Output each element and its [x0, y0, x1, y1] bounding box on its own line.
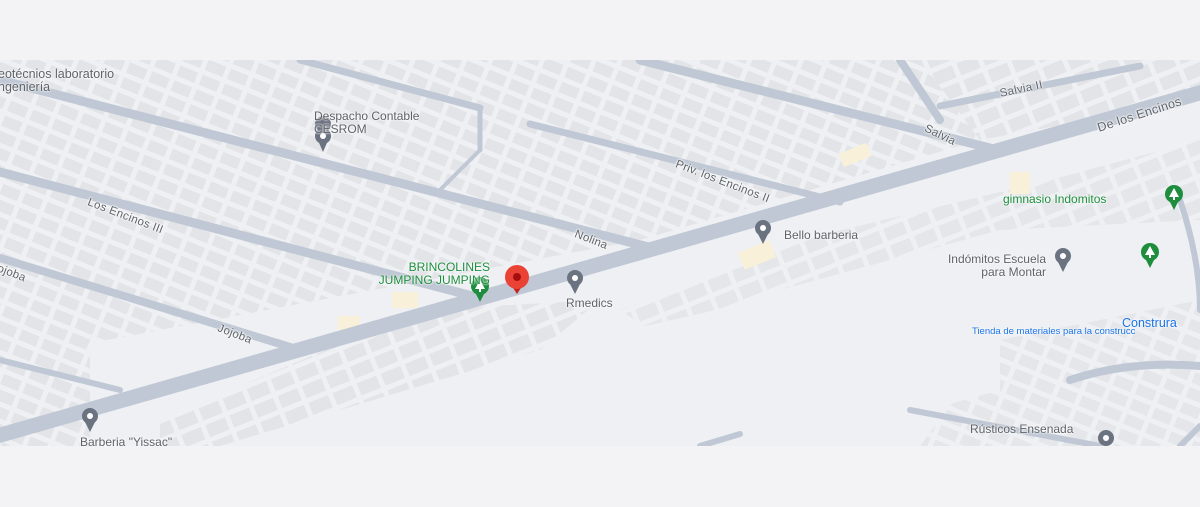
- poi-label-line: JUMPING JUMPING: [378, 272, 490, 287]
- poi-label-line: ngeniería: [0, 80, 51, 95]
- poi-label-line: Despacho Contable: [314, 109, 420, 123]
- poi-label-line: CESROM: [314, 121, 367, 136]
- park-icon[interactable]: [1141, 243, 1159, 268]
- sand-lot: [392, 292, 418, 308]
- poi-label-brincolines[interactable]: BRINCOLINES JUMPING JUMPING: [336, 261, 490, 286]
- map-view[interactable]: Los Encinos III Nolina Jojoba Jojoba Pri…: [0, 60, 1200, 446]
- location-pin-icon[interactable]: [1098, 430, 1114, 446]
- location-pin-icon[interactable]: [755, 220, 771, 244]
- poi-label-barberia-yissac[interactable]: Barberia "Yissac": [80, 436, 172, 446]
- poi-label-indomitos-escuela[interactable]: Indómitos Escuela para Montar: [904, 253, 1046, 278]
- poi-label-line: Indómitos Escuela: [947, 252, 1046, 266]
- poi-label-line: para Montar: [981, 264, 1046, 279]
- location-pin-icon[interactable]: [567, 270, 583, 294]
- poi-label-geotecnicos[interactable]: eotécnios laboratorio ngeniería: [0, 67, 114, 95]
- poi-label-despacho-contable[interactable]: Despacho Contable CESROM: [314, 110, 419, 135]
- sand-lot: [1010, 172, 1030, 194]
- poi-label-line: BRINCOLINES: [408, 260, 490, 274]
- poi-label-bello-barberia[interactable]: Bello barberia: [784, 229, 858, 242]
- poi-label-gimnasio-indomitos[interactable]: gimnasio Indomitos: [1003, 193, 1106, 206]
- page: Los Encinos III Nolina Jojoba Jojoba Pri…: [0, 0, 1200, 507]
- poi-label-tienda-materiales[interactable]: Tienda de materiales para la construcc: [972, 327, 1135, 337]
- poi-label-rmedics[interactable]: Rmedics: [566, 297, 613, 310]
- poi-label-rusticos-ensenada[interactable]: Rústicos Ensenada: [970, 423, 1073, 436]
- location-pin-icon[interactable]: [1055, 248, 1071, 272]
